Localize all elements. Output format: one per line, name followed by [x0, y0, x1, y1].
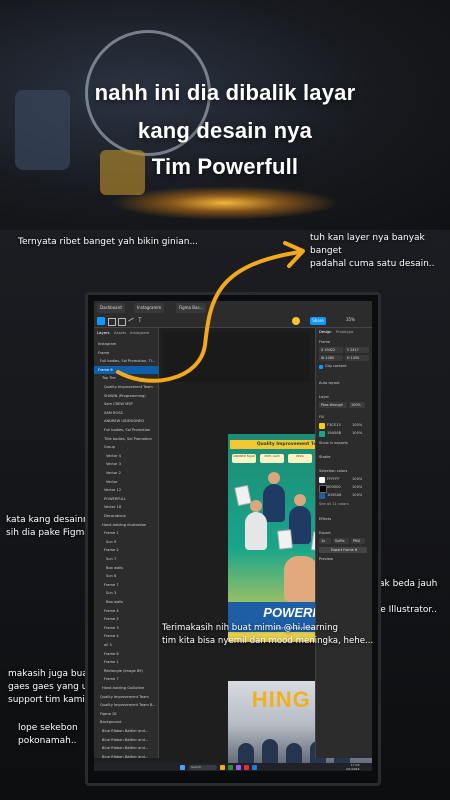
arrow-curve [116, 250, 302, 383]
annotation-arrow [116, 241, 305, 383]
